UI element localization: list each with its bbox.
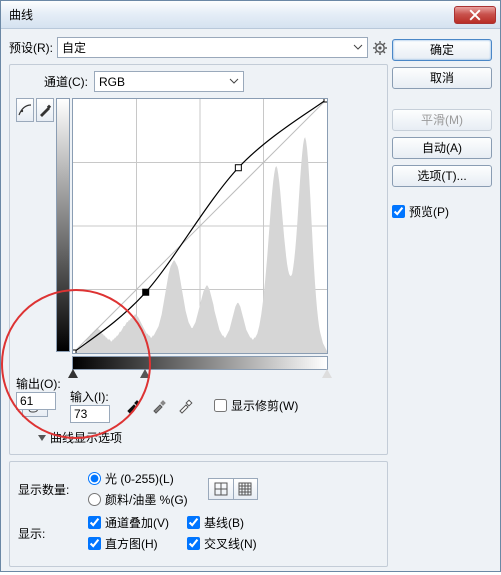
preset-menu-button[interactable] <box>372 40 388 56</box>
window-title: 曲线 <box>9 6 454 23</box>
output-gradient-strip <box>56 98 70 352</box>
pencil-icon <box>38 103 52 117</box>
show-label: 显示: <box>18 525 78 542</box>
input-gradient-strip[interactable] <box>72 356 328 370</box>
output-input[interactable] <box>16 392 56 410</box>
grid-fine-icon <box>238 482 252 496</box>
curve-point-tool[interactable] <box>16 98 34 122</box>
light-radio[interactable]: 光 (0-255)(L) <box>88 470 188 487</box>
display-amount-label: 显示数量: <box>18 481 78 498</box>
eyedropper-icon <box>125 398 141 414</box>
channel-label: 通道(C): <box>44 73 88 90</box>
options-button[interactable]: 选项(T)... <box>392 165 492 187</box>
histogram-checkbox[interactable]: 直方图(H) <box>88 535 169 552</box>
input-label: 输入(I): <box>70 390 109 404</box>
input-input[interactable] <box>70 405 110 423</box>
white-point-slider[interactable] <box>322 369 332 378</box>
channel-overlay-checkbox[interactable]: 通道叠加(V) <box>88 514 169 531</box>
disclosure-label: 曲线显示选项 <box>50 429 122 446</box>
black-point-slider[interactable] <box>68 369 78 378</box>
white-eyedropper[interactable] <box>176 397 194 415</box>
grid-coarse-icon <box>214 482 228 496</box>
intersection-checkbox[interactable]: 交叉线(N) <box>187 535 257 552</box>
smooth-button[interactable]: 平滑(M) <box>392 109 492 131</box>
curve-display-options-toggle[interactable]: 曲线显示选项 <box>38 429 381 446</box>
grid-fine-button[interactable] <box>233 479 257 499</box>
black-eyedropper[interactable] <box>124 397 142 415</box>
output-label: 输出(O): <box>16 375 61 392</box>
gear-icon <box>372 40 388 56</box>
cancel-button[interactable]: 取消 <box>392 67 492 89</box>
preview-checkbox[interactable]: 预览(P) <box>392 203 492 220</box>
curve-icon <box>18 103 32 117</box>
titlebar[interactable]: 曲线 <box>1 1 500 29</box>
baseline-checkbox[interactable]: 基线(B) <box>187 514 257 531</box>
auto-button[interactable]: 自动(A) <box>392 137 492 159</box>
curve-draw-tool[interactable] <box>36 98 54 122</box>
preset-value: 自定 <box>62 39 86 56</box>
channel-value: RGB <box>99 75 125 89</box>
chevron-down-icon <box>229 75 239 89</box>
chevron-down-icon <box>353 41 363 55</box>
close-button[interactable] <box>454 6 496 24</box>
eyedropper-icon <box>177 398 193 414</box>
preset-label: 预设(R): <box>9 39 53 56</box>
curve-graph[interactable] <box>72 98 328 354</box>
preview-label: 预览(P) <box>409 203 449 220</box>
show-clipping-label: 显示修剪(W) <box>231 397 298 414</box>
gray-eyedropper[interactable] <box>150 397 168 415</box>
eyedropper-icon <box>151 398 167 414</box>
channel-combo[interactable]: RGB <box>94 71 244 92</box>
pigment-radio[interactable]: 颜料/油墨 %(G) <box>88 491 188 508</box>
ok-button[interactable]: 确定 <box>392 39 492 61</box>
show-clipping-checkbox[interactable]: 显示修剪(W) <box>214 397 298 414</box>
mid-point-slider[interactable] <box>140 369 150 378</box>
curves-dialog: 曲线 预设(R): 自定 通道(C): RGB <box>0 0 501 572</box>
triangle-down-icon <box>38 435 46 441</box>
grid-coarse-button[interactable] <box>209 479 233 499</box>
preset-combo[interactable]: 自定 <box>57 37 368 58</box>
close-icon <box>469 9 481 21</box>
